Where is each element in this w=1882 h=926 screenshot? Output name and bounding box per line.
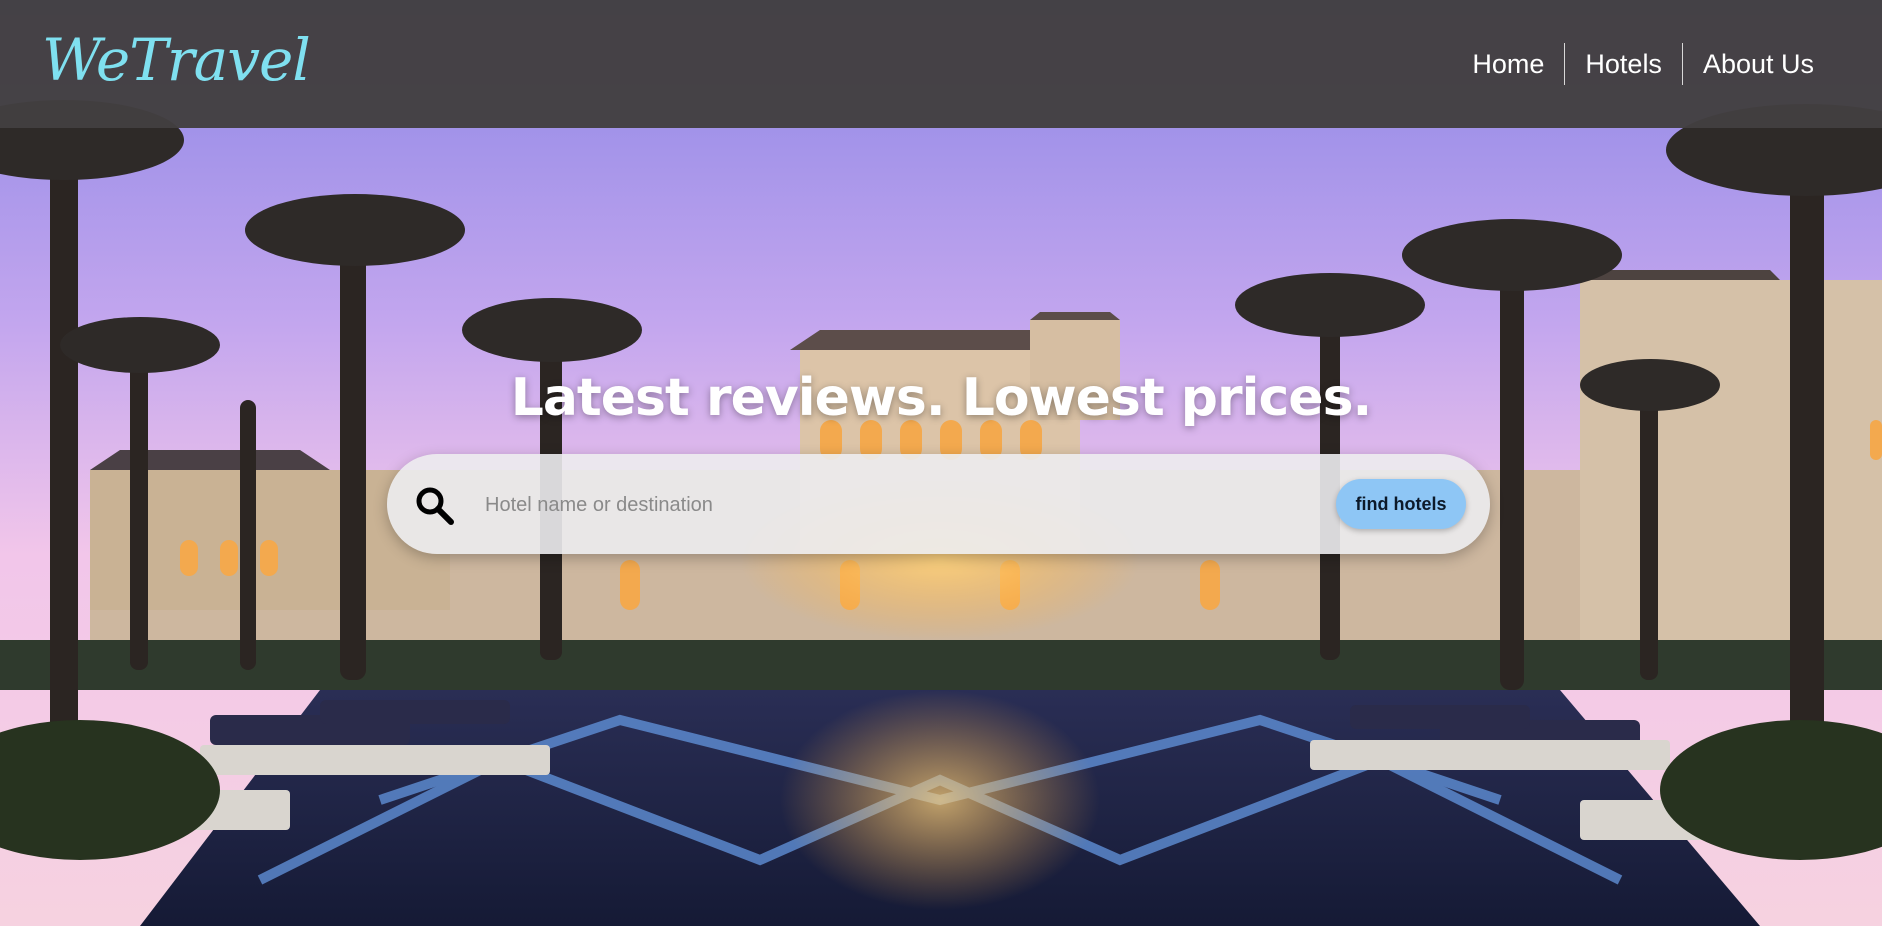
nav-item-home[interactable]: Home: [1452, 42, 1564, 86]
search-icon: [416, 487, 454, 525]
nav-item-about-us[interactable]: About Us: [1683, 42, 1834, 86]
nav-item-hotels[interactable]: Hotels: [1565, 42, 1682, 86]
find-hotels-button[interactable]: find hotels: [1336, 479, 1466, 529]
top-navigation-bar: WeTravel Home Hotels About Us: [0, 0, 1882, 128]
brand-logo[interactable]: WeTravel: [42, 24, 311, 96]
hero-headline: Latest reviews. Lowest prices.: [510, 368, 1373, 428]
hotel-search-bar: find hotels: [387, 454, 1490, 554]
main-nav: Home Hotels About Us: [1452, 42, 1834, 86]
destination-search-input[interactable]: [483, 480, 1267, 530]
